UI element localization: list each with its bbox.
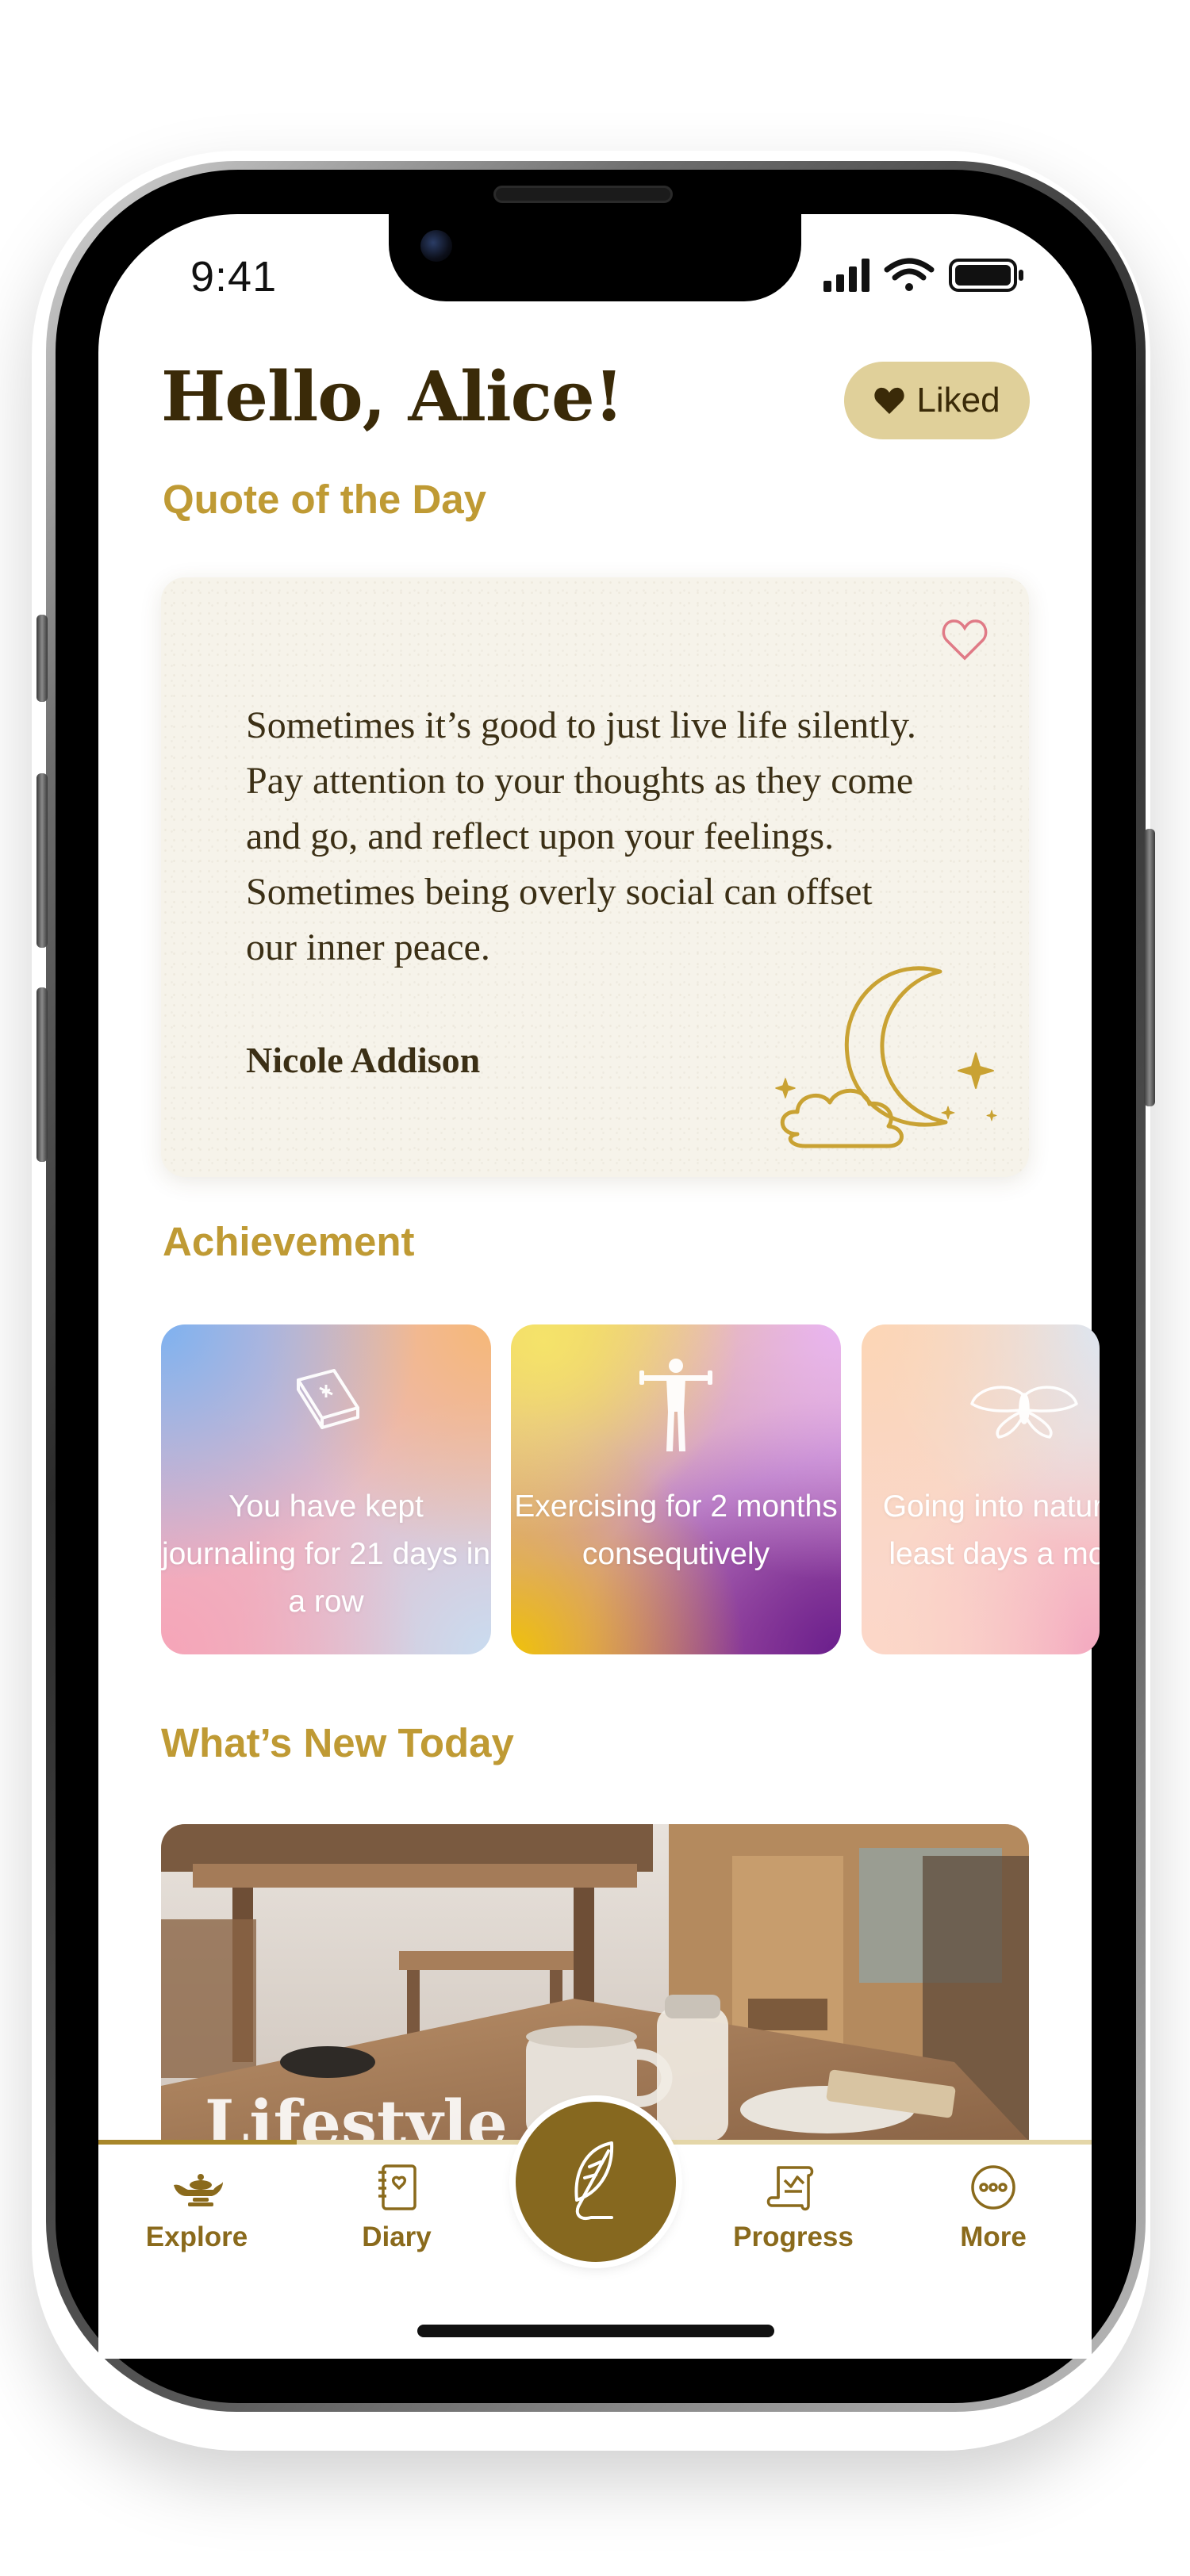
achievement-text: Going into nature at least days a month: [882, 1489, 1100, 1571]
person-exercise-icon: [639, 1359, 712, 1451]
nav-item-explore[interactable]: Explore: [117, 2161, 276, 2264]
nav-label: More: [960, 2221, 1027, 2252]
nav-label: Diary: [362, 2221, 432, 2252]
nav-label: Explore: [145, 2221, 248, 2252]
front-camera: [420, 230, 452, 262]
achievement-card[interactable]: Going into nature at least days a month: [862, 1324, 1100, 1654]
heart-icon: [874, 387, 905, 414]
achievement-card[interactable]: You have kept journaling for 21 days in …: [161, 1324, 491, 1654]
feather-icon: [574, 2141, 614, 2220]
achievement-text: You have kept journaling for 21 days in …: [161, 1489, 491, 1619]
home-indicator[interactable]: [417, 2325, 774, 2337]
greeting-title: Hello, Alice!: [161, 357, 624, 437]
quote-author: Nicole Addison: [246, 1040, 481, 1080]
more-icon: [971, 2165, 1015, 2210]
volume-up-button: [36, 773, 48, 948]
status-time: 9:41: [190, 253, 278, 301]
power-button: [1144, 829, 1155, 1106]
achievement-section-title: Achievement: [163, 1219, 415, 1264]
wifi-icon: [884, 258, 935, 291]
news-section-title: What’s New Today: [161, 1720, 514, 1765]
silent-switch: [36, 615, 48, 702]
quote-text: Sometimes it’s good to just live life si…: [246, 704, 916, 968]
scroll-icon: [766, 2166, 814, 2211]
news-card[interactable]: Lifestyle: [161, 1824, 1029, 2141]
nav-item-diary[interactable]: Diary: [317, 2161, 476, 2264]
moon-cloud-icon: [775, 966, 997, 1148]
favorite-heart-icon[interactable]: [941, 617, 988, 661]
quote-section-title: Quote of the Day: [163, 477, 487, 522]
new-entry-button[interactable]: [516, 2102, 676, 2262]
moth-icon: [970, 1386, 1078, 1439]
diary-icon: [378, 2164, 416, 2210]
nav-progress-fill: [98, 2140, 298, 2145]
liked-label: Liked: [916, 381, 1000, 420]
achievement-text: Exercising for 2 months consequtively: [514, 1489, 838, 1571]
volume-down-button: [36, 987, 48, 1162]
book-icon: [297, 1369, 359, 1429]
lamp-icon: [174, 2174, 223, 2206]
status-icons: [823, 258, 1023, 292]
nav-item-progress[interactable]: Progress: [714, 2161, 873, 2264]
nav-item-more[interactable]: More: [914, 2161, 1073, 2264]
achievement-card[interactable]: Exercising for 2 months consequtively: [511, 1324, 841, 1654]
signal-icon: [823, 259, 869, 292]
nav-label: Progress: [733, 2221, 854, 2252]
liked-button[interactable]: Liked: [844, 362, 1030, 439]
battery-icon: [949, 259, 1023, 292]
speaker: [493, 186, 673, 203]
news-card-label: Lifestyle: [205, 2086, 508, 2141]
